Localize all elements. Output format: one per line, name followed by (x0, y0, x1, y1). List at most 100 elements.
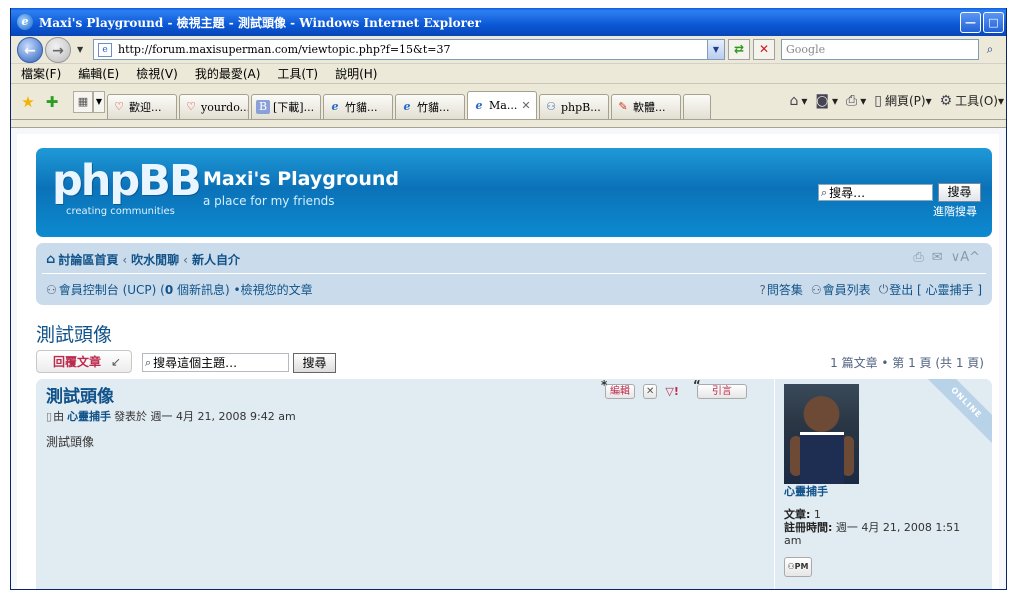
tab-label: 竹貓... (345, 101, 378, 114)
navbar: ⌂ 討論區首頁 ‹ 吹水閒聊 ‹ 新人自介 ⎙ ✉ ∨A^ ⚇ 會員控制台 (U… (36, 243, 992, 305)
site-name: Maxi's Playground (203, 168, 399, 190)
report-icon[interactable]: ▽! (665, 385, 678, 398)
quote-label: 引言 (711, 386, 732, 397)
printer-icon: ⎙ (846, 92, 858, 109)
new-tab-button[interactable] (683, 94, 711, 119)
history-dropdown-icon[interactable]: ▼ (77, 45, 89, 54)
delete-button[interactable]: ✕ (643, 384, 658, 399)
print-button[interactable]: ⎙ ▾ (846, 93, 866, 109)
ucp-link[interactable]: 會員控制台 (UCP) (0 個新訊息) • (59, 281, 241, 298)
pm-button[interactable]: ⚇PM (784, 557, 812, 577)
breadcrumb-forum[interactable]: 吹水閒聊 (131, 251, 179, 268)
url-dropdown-icon[interactable]: ▼ (707, 40, 724, 59)
menu-favorites[interactable]: 我的最愛(A) (195, 65, 261, 82)
edit-button[interactable]: * 編輯 (601, 379, 635, 399)
posts-label: 文章: (784, 508, 811, 521)
address-bar: ← → ▼ e http://forum.maxisuperman.com/vi… (11, 36, 1006, 64)
tab[interactable]: ✎ 軟體... (611, 94, 681, 119)
question-icon: ? (759, 282, 766, 297)
browser-window: e Maxi's Playground - 檢視主題 - 測試頭像 - Wind… (10, 8, 1007, 590)
view-your-posts-link[interactable]: 檢視您的文章 (241, 281, 313, 298)
stop-button[interactable]: ✕ (753, 39, 775, 60)
menu-tools[interactable]: 工具(T) (277, 65, 318, 82)
email-icon[interactable]: ✉ (932, 250, 943, 265)
breadcrumb: ⌂ 討論區首頁 ‹ 吹水閒聊 ‹ 新人自介 (46, 251, 240, 268)
gear-icon: ⚙ (939, 92, 953, 109)
quick-tabs-icon[interactable]: ▦ (73, 90, 93, 113)
search-go-icon[interactable]: ⌕ (981, 39, 999, 60)
maximize-button[interactable]: □ (983, 11, 1004, 33)
profile-stats: 文章: 1 註冊時間: 週一 4月 21, 2008 1:51 am (784, 508, 974, 547)
post-profile: 心靈捕手 文章: 1 註冊時間: 週一 4月 21, 2008 1:51 am … (774, 379, 974, 589)
tab[interactable]: ♡ 歡迎... (107, 94, 177, 119)
posts-value: 1 (810, 508, 821, 521)
header-search-input[interactable]: ⌕ 搜尋… (818, 184, 933, 201)
topic-title[interactable]: 測試頭像 (36, 320, 112, 347)
breadcrumb-subforum[interactable]: 新人自介 (192, 251, 240, 268)
ie-icon: e (331, 100, 339, 113)
ie-icon: e (475, 98, 483, 112)
menu-view[interactable]: 檢視(V) (136, 65, 178, 82)
breadcrumb-index[interactable]: 討論區首頁 (58, 251, 118, 268)
refresh-button[interactable]: ⇄ (728, 39, 750, 60)
header-search-button[interactable]: 搜尋 (938, 183, 981, 202)
home-button[interactable]: ⌂ ▾ (789, 93, 807, 109)
tools-menu-button[interactable]: ⚙ 工具(O) ▾ (940, 92, 1004, 109)
tab[interactable]: ⚇ phpB... (539, 94, 609, 119)
people-icon: ⚇ (546, 100, 556, 113)
edit-star-icon: * (601, 379, 608, 392)
memberlist-link[interactable]: ⚇ 會員列表 (811, 281, 871, 298)
advanced-search-link[interactable]: 進階搜尋 (933, 203, 977, 219)
tab[interactable]: B [下載]... (251, 94, 321, 119)
post-body: 測試頭像 (46, 435, 95, 449)
feeds-button[interactable]: ◙ ▾ (815, 93, 838, 109)
title-bar: e Maxi's Playground - 檢視主題 - 測試頭像 - Wind… (11, 8, 1006, 36)
close-tab-icon[interactable]: ✕ (521, 99, 530, 112)
breadcrumb-separator: ‹ (183, 252, 188, 267)
faq-link[interactable]: ? 問答集 (760, 281, 803, 298)
logout-link[interactable]: ⏻ 登出 [ 心靈捕手 ] (879, 281, 982, 298)
tab-active[interactable]: e Ma... ✕ (467, 91, 537, 119)
menu-file[interactable]: 檔案(F) (21, 65, 61, 82)
menu-edit[interactable]: 編輯(E) (78, 65, 119, 82)
tab[interactable]: e 竹貓... (323, 94, 393, 119)
forward-button[interactable]: → (45, 36, 71, 63)
tab-label: yourdo... (201, 100, 249, 114)
menu-help[interactable]: 說明(H) (335, 65, 377, 82)
ucp-prefix: 會員控制台 (UCP) ( (58, 283, 165, 297)
quote-button[interactable]: “ 引言 (693, 379, 747, 399)
post-title[interactable]: 測試頭像 (46, 382, 114, 407)
topic-search-button[interactable]: 搜尋 (293, 353, 336, 373)
url-field[interactable]: e http://forum.maxisuperman.com/viewtopi… (93, 39, 725, 60)
page-menu-button[interactable]: ▯ 網頁(P) ▾ (874, 92, 931, 109)
page-tools: ⎙ ✉ ∨A^ (905, 250, 980, 265)
avatar (784, 384, 859, 484)
favorites-star-icon[interactable]: ★ (17, 93, 39, 111)
phpbb-logo[interactable]: phpBB creating communities (52, 156, 202, 217)
font-size-icon[interactable]: ∨A^ (951, 250, 980, 265)
reply-pen-icon: ↙ (111, 354, 122, 369)
joined-label: 註冊時間: (784, 521, 833, 534)
quote-mark-icon: “ (692, 379, 701, 392)
print-icon[interactable]: ⎙ (913, 250, 923, 265)
tab-label: 歡迎... (129, 101, 162, 114)
minimize-button[interactable]: — (960, 11, 981, 33)
tab-label: Ma... (489, 99, 518, 112)
back-button[interactable]: ← (17, 36, 43, 63)
profile-username[interactable]: 心靈捕手 (784, 483, 828, 499)
pagination: 1 篇文章 • 第 1 頁 (共 1 頁) (830, 356, 984, 370)
post-author[interactable]: 心靈捕手 (67, 408, 111, 424)
tab[interactable]: e 竹貓... (395, 94, 465, 119)
tab-list-dropdown-icon[interactable]: ▼ (93, 90, 105, 113)
search-field[interactable]: Google (781, 39, 979, 60)
add-favorite-icon[interactable]: ✚ (41, 93, 63, 111)
forum-page: phpBB creating communities Maxi's Playgr… (17, 134, 999, 589)
breadcrumb-separator: ‹ (122, 252, 128, 267)
logo-text: phpBB (52, 156, 202, 206)
ucp-suffix: 個新訊息) • (173, 283, 241, 297)
memberlist-label: 會員列表 (822, 283, 871, 297)
reply-button[interactable]: 回覆文章 ↙ (36, 350, 132, 373)
home-icon: ⌂ (46, 252, 56, 267)
topic-search-input[interactable]: ⌕ 搜尋這個主題… (142, 353, 289, 372)
tab[interactable]: ♡ yourdo... (179, 94, 249, 119)
